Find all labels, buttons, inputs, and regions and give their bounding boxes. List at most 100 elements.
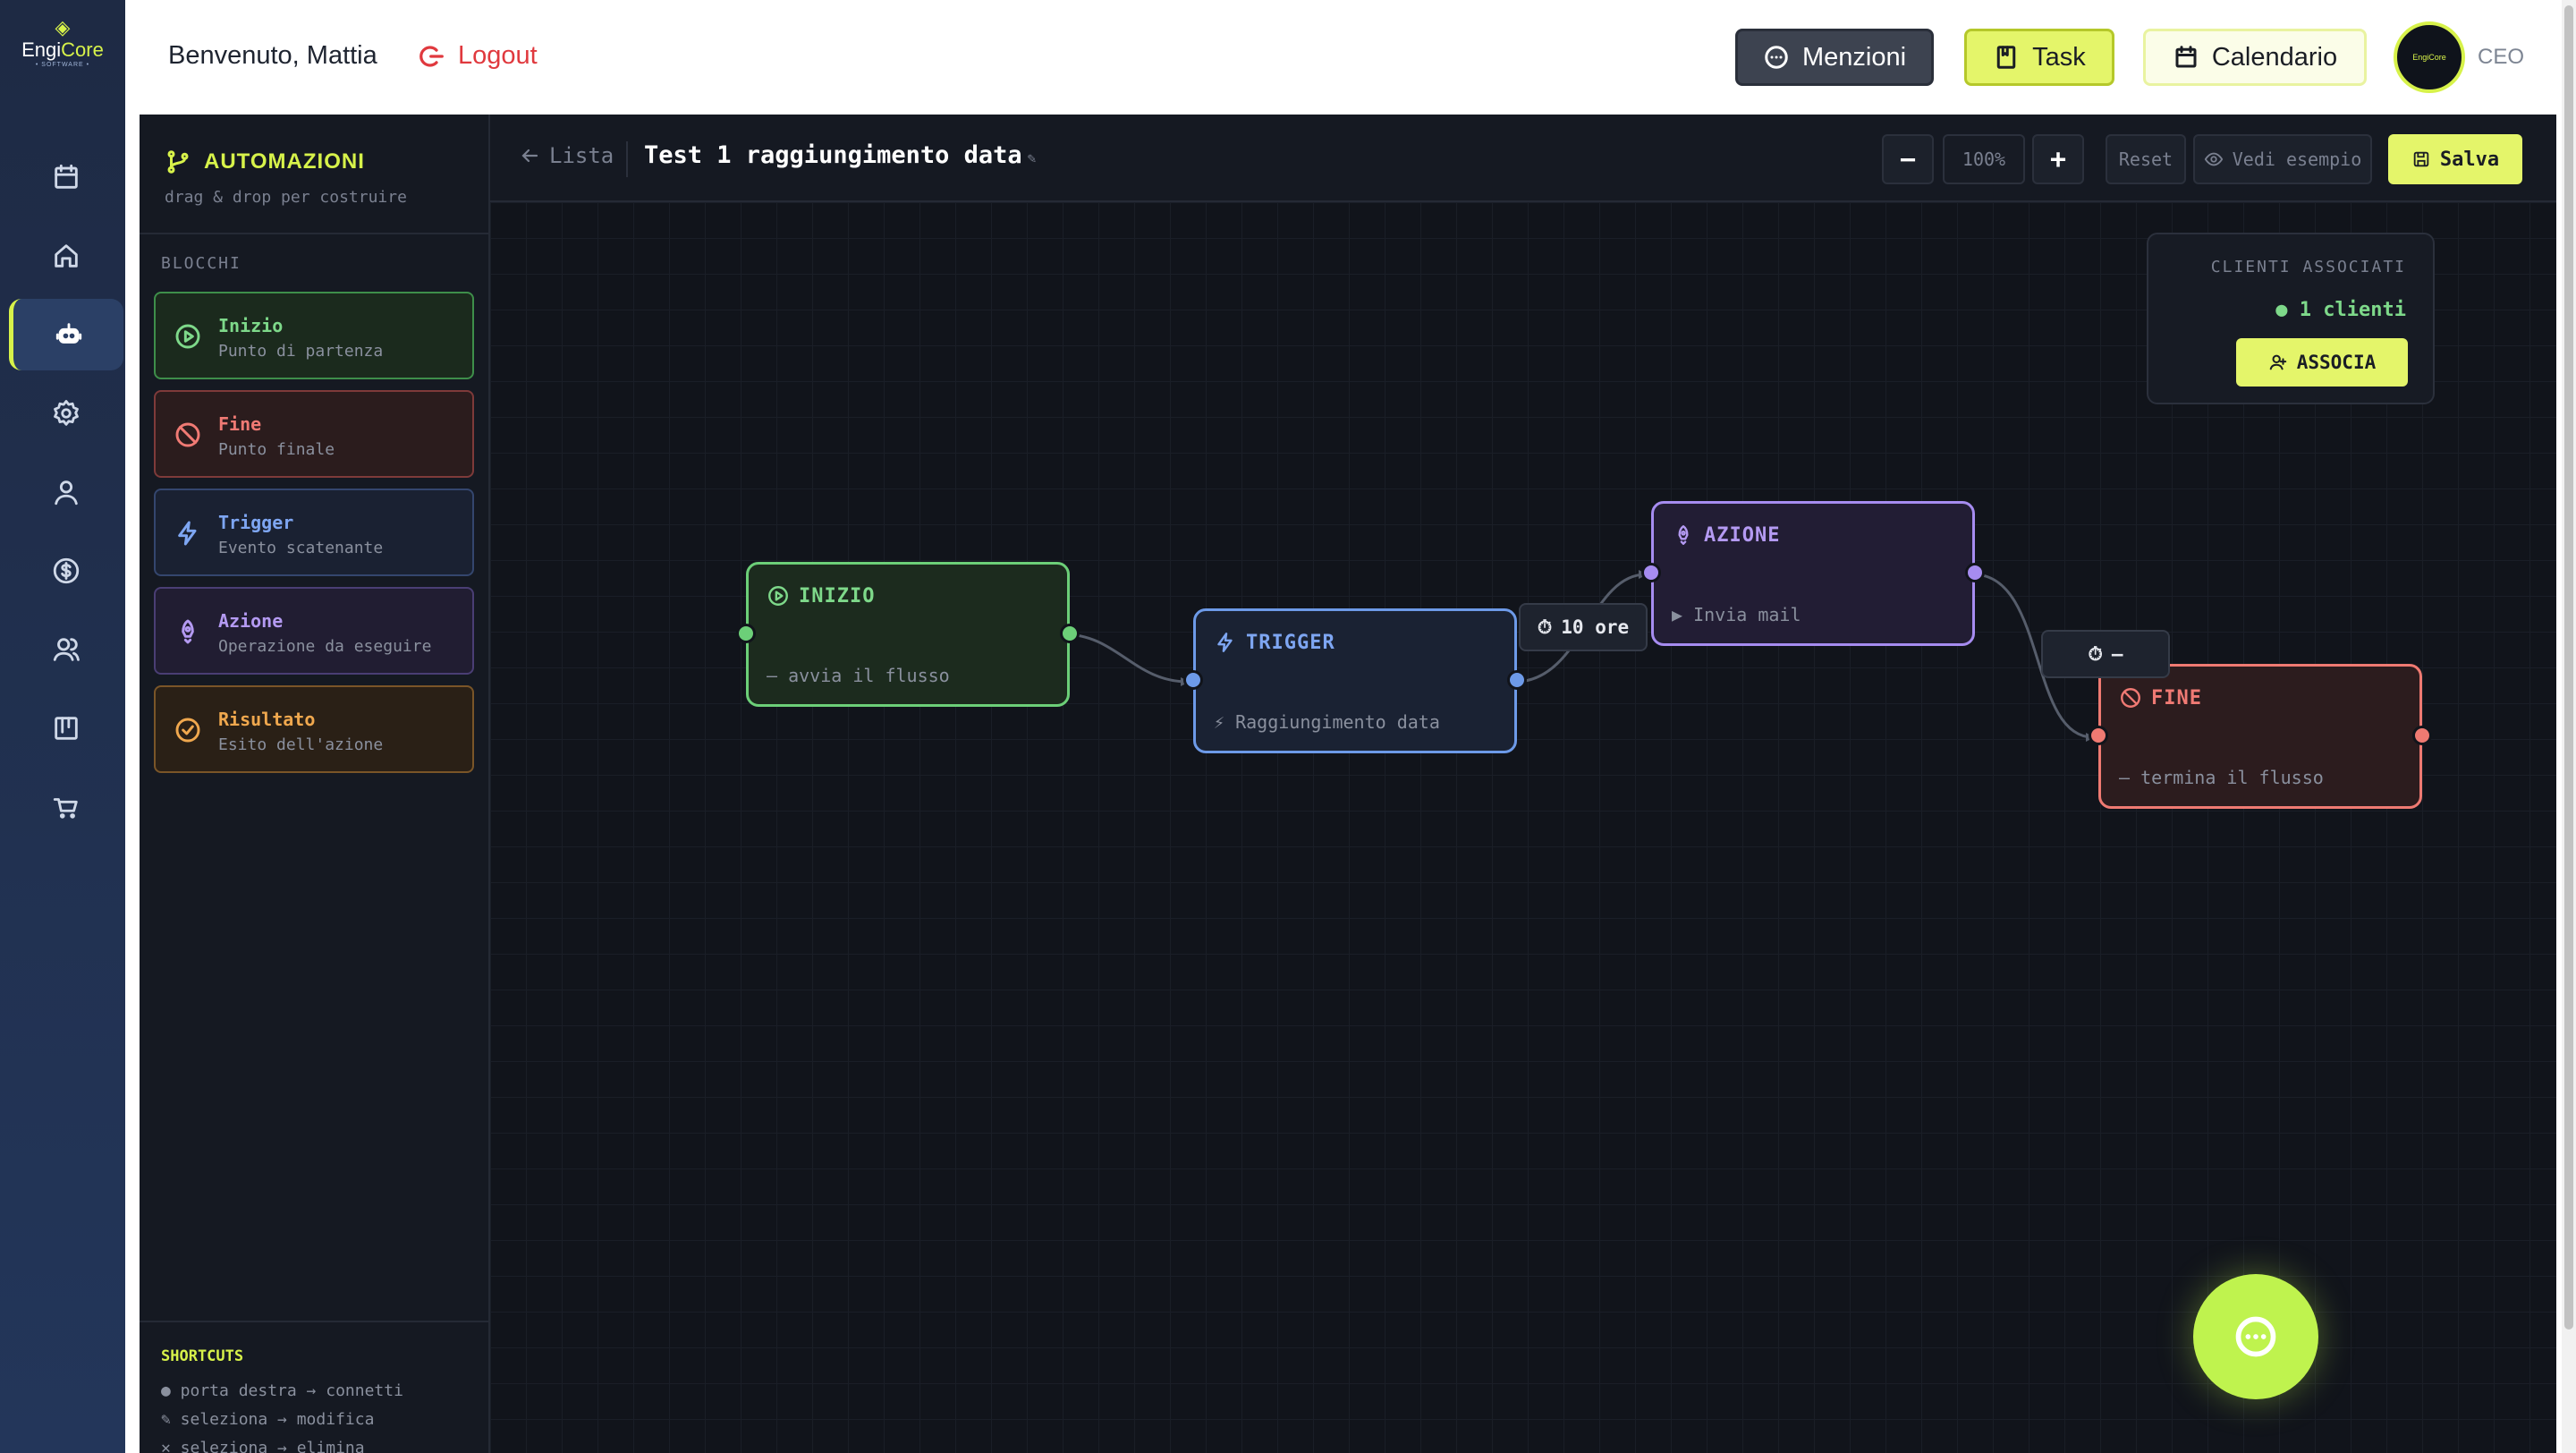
mentions-button[interactable]: Menzioni [1735, 29, 1934, 86]
nav-clients[interactable] [9, 614, 123, 685]
shortcuts-panel: SHORTCUTS ● porta destra → connetti ✎ se… [140, 1321, 488, 1453]
save-button[interactable]: Salva [2388, 134, 2522, 184]
nav-shop[interactable] [9, 771, 123, 843]
node-azione[interactable]: AZIONE ▶ Invia mail [1641, 501, 1985, 646]
node-body: ⚡ Raggiungimento data [1214, 711, 1440, 733]
block-fine[interactable]: Fine Punto finale [154, 390, 474, 478]
logout-label: Logout [458, 41, 538, 70]
task-button[interactable]: Task [1964, 29, 2114, 86]
shortcut-delete: ✕ seleziona → elimina [161, 1439, 365, 1453]
block-trigger[interactable]: Trigger Evento scatenante [154, 489, 474, 576]
scrollbar-thumb[interactable] [2564, 5, 2573, 1330]
nav-calendar[interactable] [9, 141, 123, 213]
node-inizio[interactable]: INIZIO — avvia il flusso [736, 562, 1080, 707]
nav-settings[interactable] [9, 378, 123, 449]
stopwatch-icon: ⏱ [1537, 616, 1553, 638]
flow-canvas[interactable]: INIZIO — avvia il flusso TRIGGER ⚡ Raggi… [490, 202, 2556, 1453]
brand-name-right: Core [61, 38, 104, 61]
block-desc: Operazione da eseguire [218, 637, 432, 656]
port-left[interactable] [1641, 563, 1661, 582]
brand-name-left: Engi [21, 38, 62, 61]
block-name: Risultato [218, 709, 316, 730]
play-circle-icon [768, 586, 788, 606]
shortcut-edit: ✎ seleziona → modifica [161, 1410, 375, 1429]
delay-badge-1[interactable]: ⏱ 10 ore [1519, 603, 1648, 651]
left-nav: ◈ EngiCore • SOFTWARE • [0, 0, 125, 1453]
logout-icon [419, 45, 444, 67]
user-plus-icon [2269, 354, 2286, 370]
delay-badge-2[interactable]: ⏱ — [2041, 630, 2170, 678]
chat-fab-button[interactable] [2193, 1274, 2318, 1399]
calendar-button[interactable]: Calendario [2143, 29, 2367, 86]
node-title: AZIONE [1704, 523, 1781, 547]
flow-title[interactable]: Test 1 raggiungimento data ✎ [644, 141, 1036, 169]
top-header: Benvenuto, Mattia Logout Menzioni Task C… [125, 0, 2576, 115]
bookmark-icon [1996, 46, 2016, 69]
save-icon [2413, 151, 2429, 167]
back-to-list-link[interactable]: Lista [519, 143, 614, 168]
automation-editor: AUTOMAZIONI drag & drop per costruire BL… [140, 115, 2556, 1453]
clients-title: CLIENTI ASSOCIATI [2210, 258, 2406, 276]
brand-tagline: • SOFTWARE • [35, 62, 90, 68]
nav-finance[interactable] [9, 535, 123, 607]
task-label: Task [2032, 42, 2086, 72]
port-right[interactable] [1060, 624, 1080, 643]
port-right[interactable] [1965, 563, 1985, 582]
port-left[interactable] [1183, 670, 1203, 690]
associated-clients-panel: CLIENTI ASSOCIATI ● 1 clienti ASSOCIA [2147, 233, 2435, 404]
cart-icon [53, 798, 78, 819]
block-inizio[interactable]: Inizio Punto di partenza [154, 292, 474, 379]
dollar-icon [53, 557, 80, 584]
nav-home[interactable] [9, 220, 123, 292]
node-title: TRIGGER [1246, 631, 1335, 654]
shortcut-connect: ● porta destra → connetti [161, 1381, 403, 1400]
associate-button[interactable]: ASSOCIA [2236, 338, 2408, 387]
port-right[interactable] [2412, 726, 2432, 745]
block-name: Azione [218, 610, 284, 632]
avatar[interactable]: EngiCore [2394, 21, 2465, 93]
example-button[interactable]: Vedi esempio [2193, 134, 2372, 184]
node-body: — avvia il flusso [767, 665, 950, 686]
play-circle-icon [175, 324, 200, 349]
blocks-sidebar: AUTOMAZIONI drag & drop per costruire BL… [140, 115, 490, 1453]
zoom-in-button[interactable]: + [2032, 134, 2084, 184]
block-azione[interactable]: Azione Operazione da eseguire [154, 587, 474, 675]
block-name: Inizio [218, 315, 284, 336]
node-title: INIZIO [799, 584, 876, 608]
node-fine[interactable]: FINE — termina il flusso [2089, 664, 2432, 809]
page-scrollbar[interactable] [2562, 0, 2576, 1453]
block-name: Trigger [218, 512, 294, 533]
settings-icon [54, 400, 79, 426]
clients-count: ● 1 clienti [2275, 299, 2406, 321]
home-icon [55, 244, 78, 268]
nav-automations[interactable] [9, 299, 123, 370]
node-body: — termina il flusso [2119, 767, 2324, 788]
ban-icon [175, 422, 200, 447]
brand-logo[interactable]: ◈ EngiCore • SOFTWARE • [0, 16, 125, 70]
calendar-icon [55, 164, 78, 189]
nav-profile[interactable] [9, 456, 123, 528]
block-risultato[interactable]: Risultato Esito dell'azione [154, 685, 474, 773]
calendar-icon [2175, 46, 2197, 68]
node-trigger[interactable]: TRIGGER ⚡ Raggiungimento data [1183, 608, 1527, 753]
port-left[interactable] [736, 624, 756, 643]
git-branch-icon [167, 150, 189, 174]
logout-link[interactable]: Logout [419, 41, 538, 71]
reset-button[interactable]: Reset [2106, 134, 2186, 184]
sidebar-title: AUTOMAZIONI [165, 149, 365, 175]
edit-pencil-icon[interactable]: ✎ [1028, 149, 1037, 166]
port-right[interactable] [1507, 670, 1527, 690]
mentions-label: Menzioni [1801, 42, 1907, 72]
sidebar-subtitle: drag & drop per costruire [165, 188, 407, 207]
arrow-left-icon [521, 149, 538, 163]
block-name: Fine [218, 413, 262, 435]
zoom-out-button[interactable]: − [1882, 134, 1934, 184]
port-left[interactable] [2089, 726, 2108, 745]
shortcuts-title: SHORTCUTS [161, 1347, 244, 1365]
zoom-level: 100% [1943, 134, 2025, 184]
blocks-label: BLOCCHI [161, 254, 242, 273]
node-body: ▶ Invia mail [1672, 604, 1801, 625]
stopwatch-icon: ⏱ [2088, 642, 2103, 665]
block-desc: Evento scatenante [218, 539, 384, 557]
nav-board[interactable] [9, 693, 123, 764]
